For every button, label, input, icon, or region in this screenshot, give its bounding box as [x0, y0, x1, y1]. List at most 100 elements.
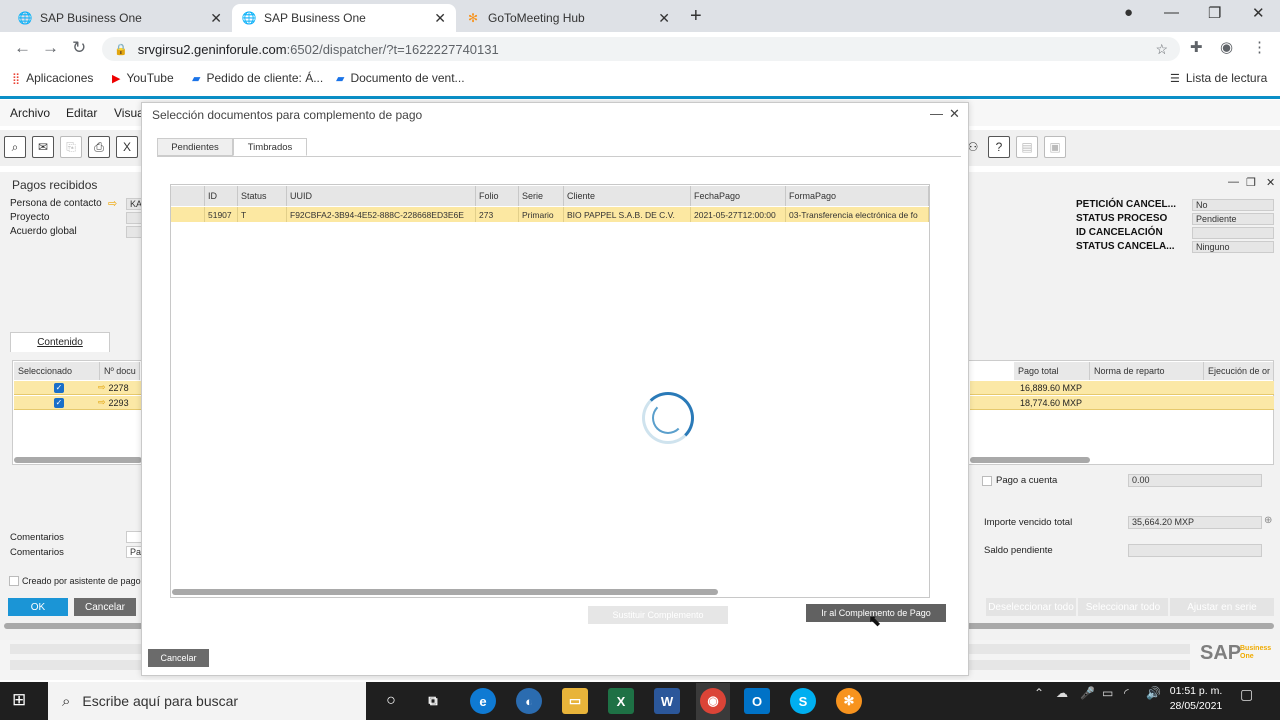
cell-serie[interactable]: Primario	[519, 207, 564, 222]
tab-contenido[interactable]: Contenido	[10, 332, 110, 352]
pago-a-cuenta-field[interactable]: 0.00	[1128, 474, 1262, 487]
outlook-icon[interactable]: O	[744, 688, 770, 714]
cancel-id-field[interactable]	[1192, 227, 1274, 239]
sustituir-complemento-button[interactable]: Sustituir Complemento	[588, 606, 728, 624]
col-uuid[interactable]: UUID	[287, 186, 476, 206]
microphone-icon[interactable]: 🎤	[1080, 686, 1095, 700]
col-fechapago[interactable]: FechaPago	[691, 186, 786, 206]
form-minimize-icon[interactable]: —	[1228, 176, 1239, 188]
print-icon[interactable]: ⎙	[88, 136, 110, 158]
cell-status[interactable]: T	[238, 207, 287, 222]
cell-fechapago[interactable]: 2021-05-27T12:00:00	[691, 207, 786, 222]
tray-chevron-icon[interactable]: ⌃	[1034, 686, 1044, 700]
close-icon[interactable]: ✕	[658, 10, 670, 27]
col-folio[interactable]: Folio	[476, 186, 519, 206]
back-icon[interactable]: ←	[14, 38, 31, 58]
table-row[interactable]: 16,889.60 MXP	[970, 381, 1274, 395]
menu-editar[interactable]: Editar	[66, 106, 97, 120]
importe-vencido-field[interactable]: 35,664.20 MXP	[1128, 516, 1262, 529]
doc-icon[interactable]: ▤	[1016, 136, 1038, 158]
skype-icon[interactable]: S	[790, 688, 816, 714]
browser-tab-1[interactable]: 🌐 SAP Business One ✕	[8, 4, 232, 32]
taskbar-search[interactable]: ⌕ Escribe aquí para buscar	[48, 682, 366, 720]
cell-cliente[interactable]: BIO PAPPEL S.A.B. DE C.V.	[564, 207, 691, 222]
grid-scrollbar-left[interactable]	[14, 457, 142, 463]
saldo-pendiente-field[interactable]	[1128, 544, 1262, 557]
tab-timbrados[interactable]: Timbrados	[233, 138, 307, 156]
cancel-status-field[interactable]: Ninguno	[1192, 241, 1274, 253]
link-arrow-icon[interactable]: ⇨	[98, 397, 106, 408]
notifications-icon[interactable]: ▢	[1240, 686, 1253, 703]
help-icon[interactable]: ?	[988, 136, 1010, 158]
col-pago-total[interactable]: Pago total	[1014, 362, 1090, 380]
browser-tab-2[interactable]: 🌐 SAP Business One ✕	[232, 4, 456, 32]
task-view-icon[interactable]: ⧉	[420, 688, 446, 714]
menu-archivo[interactable]: Archivo	[10, 106, 50, 120]
col-cliente[interactable]: Cliente	[564, 186, 691, 206]
cancel-button[interactable]: Cancelar	[74, 598, 136, 616]
menu-visualizar[interactable]: Visua	[114, 106, 144, 120]
project-field[interactable]	[126, 212, 142, 224]
table-row[interactable]: ✓ ⇨ 2293	[14, 396, 141, 410]
tab-pendientes[interactable]: Pendientes	[157, 138, 233, 156]
gotomeeting-taskbar-icon[interactable]: ✻	[836, 688, 862, 714]
extensions-icon[interactable]: ✚	[1190, 38, 1203, 56]
process-status-field[interactable]: Pendiente	[1192, 213, 1274, 225]
col-serie[interactable]: Serie	[519, 186, 564, 206]
close-icon[interactable]: ✕	[210, 10, 222, 27]
forward-icon[interactable]: →	[42, 38, 59, 58]
cancel-request-field[interactable]: No	[1192, 199, 1274, 211]
edge-icon[interactable]: e	[470, 688, 496, 714]
close-icon[interactable]: ✕	[434, 10, 446, 27]
adjust-series-button[interactable]: Ajustar en serie	[1170, 598, 1274, 616]
form-restore-icon[interactable]: ❐	[1246, 176, 1256, 189]
pago-a-cuenta-checkbox[interactable]	[982, 476, 992, 486]
comentarios-field[interactable]: Pa	[126, 546, 142, 558]
browser-tab-3[interactable]: ✻ GoToMeeting Hub ✕	[456, 4, 680, 32]
word-icon[interactable]: W	[654, 688, 680, 714]
col-status[interactable]: Status	[238, 186, 287, 206]
onedrive-icon[interactable]: ☁	[1056, 686, 1068, 700]
address-bar[interactable]: 🔒 srvgirsu2.geninforule.com:6502/dispatc…	[102, 37, 1180, 61]
volume-icon[interactable]: 🔊	[1146, 686, 1161, 700]
row-number-cell[interactable]	[171, 207, 205, 222]
link-arrow-icon[interactable]: ⇨	[98, 382, 106, 393]
cell-id[interactable]: 51907	[205, 207, 238, 222]
account-icon[interactable]: ◉	[1220, 38, 1233, 56]
windows-start-icon[interactable]: ⊞	[12, 690, 26, 710]
reload-icon[interactable]: ↻	[72, 38, 86, 58]
chrome-icon[interactable]: ◉	[700, 688, 726, 714]
reading-list[interactable]: ☰ Lista de lectura	[1170, 71, 1267, 85]
menu-kebab-icon[interactable]: ⋮	[1252, 38, 1267, 56]
form-close-icon[interactable]: ✕	[1266, 176, 1275, 189]
col-seleccionado[interactable]: Seleccionado	[14, 362, 100, 380]
ok-button[interactable]: OK	[8, 598, 68, 616]
globe-app-icon[interactable]: ◐	[516, 688, 542, 714]
cell-uuid[interactable]: F92CBFA2-3B94-4E52-888C-228668ED3E6E	[287, 207, 476, 222]
checkbox-checked-icon[interactable]: ✓	[54, 382, 64, 393]
bookmark-pedido[interactable]: ▰ Pedido de cliente: Á...	[192, 71, 323, 85]
table-row[interactable]: 18,774.60 MXP	[970, 396, 1274, 410]
excel-icon[interactable]: X	[608, 688, 634, 714]
comentarios-field[interactable]	[126, 531, 142, 543]
grid-horizontal-scrollbar[interactable]	[172, 589, 718, 595]
bookmark-youtube[interactable]: ▶ YouTube	[112, 71, 174, 85]
cell-formapago[interactable]: 03-Transferencia electrónica de fo	[786, 207, 929, 222]
dialog-close-icon[interactable]: ✕	[949, 106, 960, 122]
table-row[interactable]: ✓ ⇨ 2278	[14, 381, 141, 395]
excel-export-icon[interactable]: X	[116, 136, 138, 158]
grid-scrollbar-right[interactable]	[970, 457, 1090, 463]
checkbox-checked-icon[interactable]: ✓	[54, 397, 64, 408]
settings-icon[interactable]: ▣	[1044, 136, 1066, 158]
cortana-icon[interactable]: ○	[378, 688, 404, 714]
window-close-icon[interactable]: ✕	[1252, 4, 1265, 22]
dialog-cancel-button[interactable]: Cancelar	[148, 649, 209, 667]
col-id[interactable]: ID	[205, 186, 238, 206]
col-norma-reparto[interactable]: Norma de reparto	[1090, 362, 1204, 380]
link-arrow-icon[interactable]: ⇨	[108, 197, 117, 210]
deselect-all-button[interactable]: Deseleccionar todo	[986, 598, 1076, 616]
cell-folio[interactable]: 273	[476, 207, 519, 222]
battery-icon[interactable]: ▭	[1102, 686, 1113, 700]
global-agreement-field[interactable]	[126, 226, 142, 238]
bookmark-apps[interactable]: ⣿ Aplicaciones	[12, 71, 93, 85]
